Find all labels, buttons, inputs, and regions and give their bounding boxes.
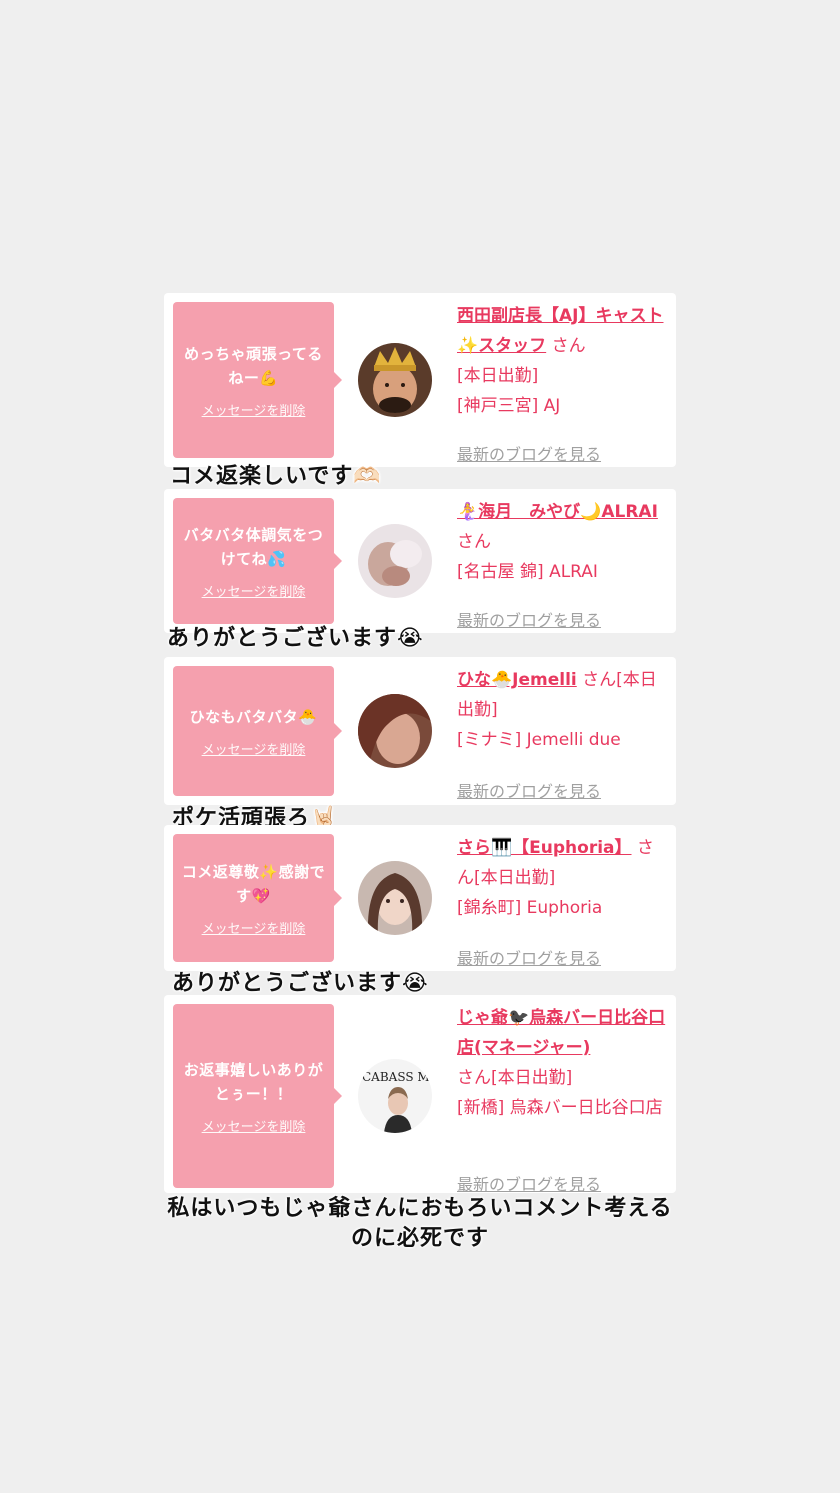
avatar[interactable]: [358, 524, 432, 598]
status-text: [本日出勤]: [457, 366, 539, 386]
comment-text: コメ返尊敬✨感謝です💖: [181, 862, 326, 905]
latest-blog-link[interactable]: 最新のブログを見る: [457, 945, 677, 969]
message-card: めっちゃ頑張ってるねー💪 メッセージを削除 西田副店長【AJ】キャスト✨スタッフ…: [164, 293, 676, 467]
comment-bubble: コメ返尊敬✨感謝です💖 メッセージを削除: [173, 834, 342, 962]
avatar[interactable]: [358, 694, 432, 768]
cast-name-link[interactable]: ひな🐣Jemelli: [457, 670, 577, 690]
shop-text: [名古屋 錦] ALRAI: [457, 562, 598, 582]
delete-message-link[interactable]: メッセージを削除: [202, 918, 306, 937]
cast-info: さら🎹【Euphoria】 さん[本日出勤] [錦糸町] Euphoria 最新…: [457, 833, 667, 968]
comment-bubble: お返事嬉しいありがとぅー！！ メッセージを削除: [173, 1004, 342, 1188]
cast-name-link[interactable]: さら🎹【Euphoria】: [457, 838, 632, 858]
caption-text: 私はいつもじゃ爺さんにおもろいコメント考えるのに必死です: [167, 1196, 673, 1251]
avatar[interactable]: [358, 343, 432, 417]
cast-info: 🧜‍♀️海月 みやび🌙ALRAI さん [名古屋 錦] ALRAI 最新のブログ…: [457, 497, 667, 630]
avatar-logo-text: CABASS MO BAR: [362, 1070, 432, 1084]
delete-message-link[interactable]: メッセージを削除: [202, 400, 306, 419]
message-card: ひなもバタバタ🐣 メッセージを削除 ひな🐣Jemelli さん[本日出勤] [ミ…: [164, 657, 676, 805]
shop-text: [神戸三宮] AJ: [457, 396, 561, 416]
shop-text: [ミナミ] Jemelli due: [457, 730, 621, 750]
caption-text: ありがとうございます😭: [167, 626, 424, 651]
avatar[interactable]: [358, 861, 432, 935]
latest-blog-link[interactable]: 最新のブログを見る: [457, 1171, 677, 1195]
latest-blog-link[interactable]: 最新のブログを見る: [457, 441, 677, 465]
latest-blog-link[interactable]: 最新のブログを見る: [457, 778, 677, 802]
shop-text: [新橋] 烏森バー日比谷口店: [457, 1098, 663, 1118]
message-card: お返事嬉しいありがとぅー！！ メッセージを削除 CABASS MO BAR じゃ…: [164, 995, 676, 1194]
cast-name-link[interactable]: じゃ爺🐦‍⬛烏森バー日比谷口店(マネージャー): [457, 1008, 665, 1058]
comment-bubble: バタバタ体調気をつけてね💦 メッセージを削除: [173, 498, 342, 624]
caption-text: コメ返楽しいです🫶🏻: [170, 464, 382, 489]
cast-info: 西田副店長【AJ】キャスト✨スタッフ さん [本日出勤] [神戸三宮] AJ 最…: [457, 301, 667, 464]
comment-text: バタバタ体調気をつけてね💦: [183, 525, 324, 568]
status-text: さん[本日出勤]: [457, 1068, 573, 1088]
cast-name-link[interactable]: 🧜‍♀️海月 みやび🌙ALRAI: [457, 502, 658, 522]
message-card: バタバタ体調気をつけてね💦 メッセージを削除 🧜‍♀️海月 みやび🌙ALRAI …: [164, 489, 676, 633]
avatar[interactable]: CABASS MO BAR: [358, 1059, 432, 1133]
comment-text: お返事嬉しいありがとぅー！！: [183, 1060, 324, 1103]
comment-bubble: ひなもバタバタ🐣 メッセージを削除: [173, 666, 342, 796]
caption-text: ありがとうございます😭: [172, 971, 429, 996]
delete-message-link[interactable]: メッセージを削除: [202, 1116, 306, 1135]
cast-info: じゃ爺🐦‍⬛烏森バー日比谷口店(マネージャー) さん[本日出勤] [新橋] 烏森…: [457, 1003, 667, 1194]
delete-message-link[interactable]: メッセージを削除: [202, 581, 306, 600]
delete-message-link[interactable]: メッセージを削除: [202, 739, 306, 758]
comment-text: めっちゃ頑張ってるねー💪: [184, 344, 323, 387]
honorific: さん: [457, 532, 491, 552]
comment-bubble: めっちゃ頑張ってるねー💪 メッセージを削除: [173, 302, 342, 458]
message-card: コメ返尊敬✨感謝です💖 メッセージを削除 さら🎹【Euphoria】 さん[本日…: [164, 825, 676, 971]
cast-info: ひな🐣Jemelli さん[本日出勤] [ミナミ] Jemelli due 最新…: [457, 665, 667, 801]
comment-text: ひなもバタバタ🐣: [189, 707, 318, 726]
latest-blog-link[interactable]: 最新のブログを見る: [457, 607, 677, 631]
honorific: さん: [551, 336, 586, 356]
shop-text: [錦糸町] Euphoria: [457, 898, 603, 918]
